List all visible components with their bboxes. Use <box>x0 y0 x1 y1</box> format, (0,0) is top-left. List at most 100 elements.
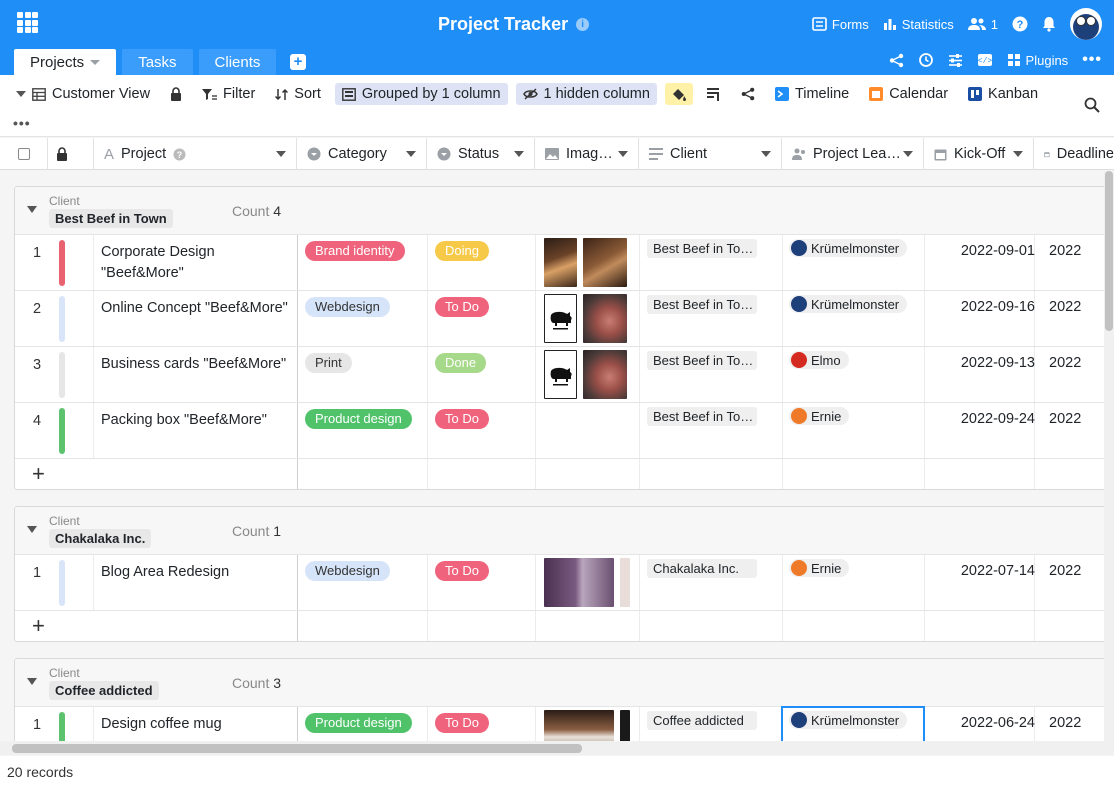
view-selector[interactable]: Customer View <box>16 83 156 105</box>
image-thumbnail[interactable] <box>544 238 577 287</box>
collaborators-button[interactable]: 1 <box>967 17 998 32</box>
chevron-down-icon[interactable] <box>903 151 913 157</box>
image-thumbnail[interactable] <box>544 558 614 607</box>
status-cell[interactable]: To Do <box>435 297 489 317</box>
kickoff-cell[interactable]: 2022-09-16 <box>925 291 1035 347</box>
row-height-button[interactable] <box>701 83 727 105</box>
deadline-cell[interactable]: 2022 <box>1049 403 1104 459</box>
chevron-down-icon[interactable] <box>514 151 524 157</box>
table-row[interactable]: 1 Corporate Design "Beef&More" Brand ide… <box>15 235 1104 291</box>
column-kickoff[interactable]: Kick-Off <box>924 138 1034 170</box>
status-cell[interactable]: Done <box>435 353 487 373</box>
status-cell[interactable]: To Do <box>435 713 489 733</box>
image-thumbnail[interactable] <box>544 710 614 741</box>
search-icon[interactable] <box>1084 97 1100 113</box>
collapse-group-icon[interactable] <box>27 526 37 533</box>
project-cell[interactable]: Packing box "Beef&More" <box>101 403 291 459</box>
hidden-columns-button[interactable]: 1 hidden column <box>515 83 657 105</box>
collapse-group-icon[interactable] <box>27 678 37 685</box>
image-thumbnail[interactable] <box>544 350 577 399</box>
image-cell[interactable] <box>544 238 627 288</box>
help-button[interactable]: ? <box>1012 16 1028 32</box>
user-avatar[interactable] <box>1070 8 1102 40</box>
image-thumbnail[interactable] <box>544 294 577 343</box>
image-thumbnail[interactable] <box>583 238 627 287</box>
kickoff-cell[interactable]: 2022-07-14 <box>925 555 1035 611</box>
image-thumbnail[interactable] <box>620 710 630 741</box>
statistics-button[interactable]: Statistics <box>883 17 954 32</box>
info-icon[interactable]: i <box>576 18 590 31</box>
help-icon[interactable]: ? <box>173 148 186 161</box>
column-project[interactable]: A Project ? <box>94 138 297 170</box>
sort-button[interactable]: Sort <box>269 83 327 105</box>
table-row[interactable]: 4 Packing box "Beef&More" Product design… <box>15 403 1104 459</box>
group-header[interactable]: Client Coffee addicted Count 3 <box>15 659 1104 707</box>
share-icon[interactable] <box>889 53 904 68</box>
project-lead-chip[interactable]: Krümelmonster <box>789 711 908 729</box>
apps-grid-icon[interactable] <box>17 12 38 33</box>
horizontal-scrollbar[interactable] <box>0 741 1114 755</box>
vertical-scroll-thumb[interactable] <box>1105 171 1113 331</box>
column-category[interactable]: Category <box>297 138 427 170</box>
group-header[interactable]: Client Chakalaka Inc. Count 1 <box>15 507 1104 555</box>
tab-projects[interactable]: Projects <box>14 49 117 75</box>
chevron-down-icon[interactable] <box>618 151 628 157</box>
add-row-icon[interactable]: + <box>32 613 45 639</box>
column-client[interactable]: Client <box>639 138 782 170</box>
column-project-lead[interactable]: Project Lea… <box>782 138 924 170</box>
client-link-chip[interactable]: Best Beef in To… <box>647 239 757 258</box>
project-cell[interactable]: Online Concept "Beef&More" <box>101 291 291 347</box>
kickoff-cell[interactable]: 2022-09-24 <box>925 403 1035 459</box>
status-cell[interactable]: To Do <box>435 409 489 429</box>
collapse-group-icon[interactable] <box>27 206 37 213</box>
add-row-icon[interactable]: + <box>32 461 45 487</box>
deadline-cell[interactable]: 2022 <box>1049 347 1104 403</box>
script-icon[interactable]: </> <box>977 53 993 67</box>
client-link-chip[interactable]: Best Beef in To… <box>647 295 757 314</box>
client-link-chip[interactable]: Best Beef in To… <box>647 407 757 426</box>
project-lead-chip[interactable]: Ernie <box>789 407 850 425</box>
client-link-chip[interactable]: Best Beef in To… <box>647 351 757 370</box>
image-cell[interactable] <box>544 558 630 608</box>
chevron-down-icon[interactable] <box>90 59 101 65</box>
horizontal-scroll-thumb[interactable] <box>12 744 582 753</box>
filter-button[interactable]: Filter <box>196 83 261 105</box>
status-cell[interactable]: Doing <box>435 241 489 261</box>
image-thumbnail[interactable] <box>583 350 627 399</box>
category-cell[interactable]: Brand identity <box>305 241 405 261</box>
status-cell[interactable]: To Do <box>435 561 489 581</box>
history-icon[interactable] <box>918 52 934 68</box>
table-row[interactable]: 3 Business cards "Beef&More" Print Done … <box>15 347 1104 403</box>
share-view-button[interactable] <box>735 83 761 105</box>
select-all-checkbox[interactable] <box>0 138 48 170</box>
kickoff-cell[interactable]: 2022-09-01 <box>925 235 1035 291</box>
category-cell[interactable]: Webdesign <box>305 297 390 317</box>
project-lead-chip[interactable]: Ernie <box>789 559 850 577</box>
image-cell[interactable] <box>544 710 630 741</box>
plugins-button[interactable]: Plugins <box>1007 53 1068 68</box>
deadline-cell[interactable]: 2022 <box>1049 235 1104 291</box>
add-table-icon[interactable]: + <box>290 54 306 70</box>
chevron-down-icon[interactable] <box>761 151 771 157</box>
vertical-scrollbar[interactable] <box>1104 171 1114 741</box>
deadline-cell[interactable]: 2022 <box>1049 291 1104 347</box>
category-cell[interactable]: Webdesign <box>305 561 390 581</box>
project-cell[interactable]: Blog Area Redesign <box>101 555 291 611</box>
group-button[interactable]: Grouped by 1 column <box>334 83 508 105</box>
tab-tasks[interactable]: Tasks <box>122 49 193 75</box>
timeline-button[interactable]: Timeline <box>769 83 855 105</box>
toolbar-more-icon[interactable]: ••• <box>13 115 31 131</box>
notifications-button[interactable] <box>1042 16 1056 32</box>
settings-sliders-icon[interactable] <box>948 53 963 68</box>
add-row-bar[interactable]: + <box>15 459 1104 489</box>
client-link-chip[interactable]: Chakalaka Inc. <box>647 559 757 578</box>
add-row-bar[interactable]: + <box>15 611 1104 641</box>
group-header[interactable]: Client Best Beef in Town Count 4 <box>15 187 1104 235</box>
kickoff-cell[interactable]: 2022-06-24 <box>925 707 1035 741</box>
more-options-icon[interactable]: ••• <box>1082 51 1102 69</box>
kickoff-cell[interactable]: 2022-09-13 <box>925 347 1035 403</box>
project-lead-chip[interactable]: Krümelmonster <box>789 239 908 257</box>
image-cell[interactable] <box>544 350 627 400</box>
tab-clients[interactable]: Clients <box>198 49 277 75</box>
project-lead-chip[interactable]: Krümelmonster <box>789 295 908 313</box>
